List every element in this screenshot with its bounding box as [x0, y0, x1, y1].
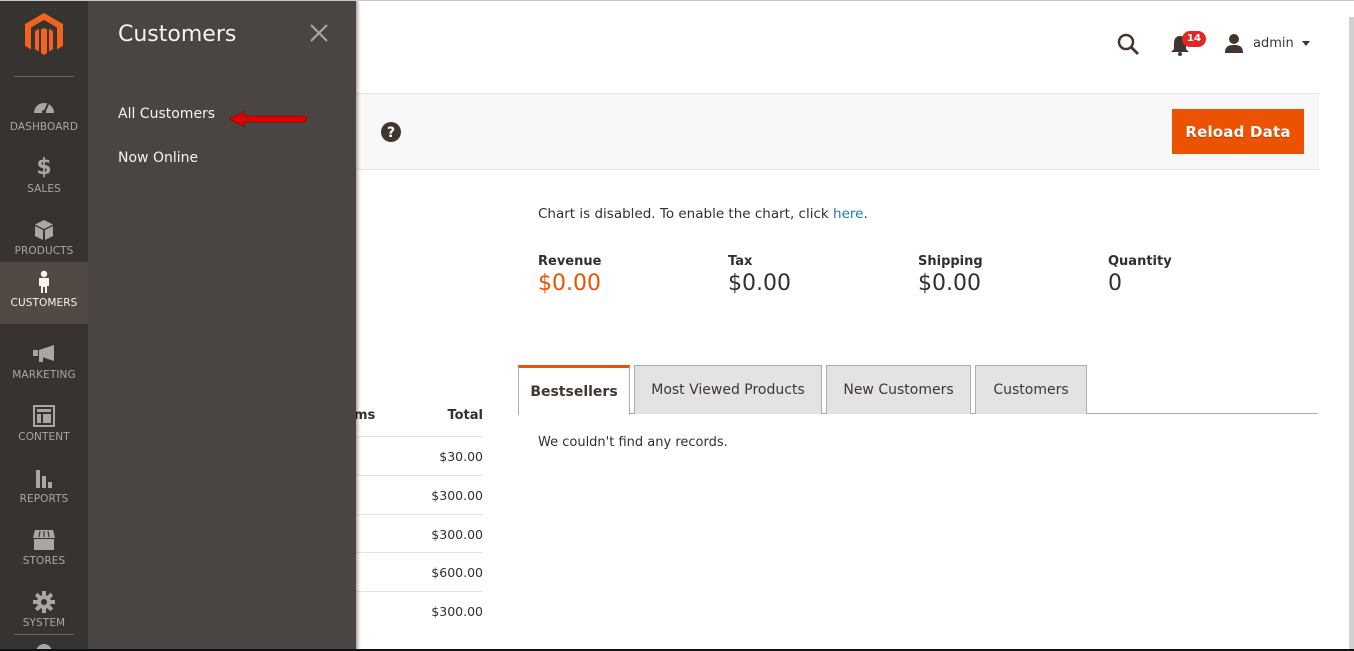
submenu-title: Customers — [118, 22, 237, 47]
chart-message-end: . — [863, 206, 868, 222]
admin-sidebar: DASHBOARD $ SALES PRODUCTS CUSTOMERS MAR… — [0, 0, 88, 651]
last-orders-table: ms Total $30.00 $300.00 $300.00 $600.00 … — [354, 400, 483, 631]
nav-label: MARKETING — [12, 369, 76, 381]
nav-item-customers[interactable]: CUSTOMERS — [0, 262, 88, 324]
page-scrollbar[interactable] — [1349, 17, 1354, 651]
customers-submenu: Customers All Customers Now Online — [88, 0, 356, 651]
layout-icon — [31, 404, 57, 428]
table-row[interactable]: $300.00 — [356, 592, 483, 631]
user-icon — [1225, 34, 1243, 53]
notifications-badge[interactable]: 14 — [1182, 31, 1206, 47]
total-label: Tax — [728, 254, 753, 269]
row-total: $300.00 — [431, 487, 483, 503]
nav-label: CONTENT — [18, 431, 70, 443]
nav-label: PRODUCTS — [14, 245, 74, 257]
nav-item-reports[interactable]: REPORTS — [0, 458, 88, 520]
dollar-icon: $ — [36, 155, 52, 180]
row-total: $30.00 — [439, 449, 483, 464]
submenu-link-all-customers[interactable]: All Customers — [118, 106, 215, 122]
reload-data-button[interactable]: Reload Data — [1172, 109, 1304, 154]
page-actions-bar: ? Reload Data — [356, 93, 1319, 170]
tab-bestsellers[interactable]: Bestsellers — [518, 365, 630, 415]
nav-item-dashboard[interactable]: DASHBOARD — [0, 86, 88, 148]
nav-label: DASHBOARD — [9, 121, 79, 133]
window-top-border — [0, 0, 1354, 1]
search-icon[interactable] — [1116, 32, 1140, 56]
nav-divider — [14, 634, 74, 635]
column-header-items: ms — [354, 408, 376, 423]
nav-label: CUSTOMERS — [10, 297, 78, 309]
nav-label: REPORTS — [19, 493, 69, 505]
svg-text:?: ? — [387, 125, 395, 141]
dashboard-gauge-icon — [31, 94, 57, 118]
gear-icon — [31, 590, 57, 614]
total-label: Revenue — [538, 254, 602, 269]
tab-new-customers[interactable]: New Customers — [826, 365, 971, 414]
tab-customers[interactable]: Customers — [975, 365, 1087, 414]
user-menu[interactable]: admin — [1224, 33, 1310, 53]
total-tax: Tax $0.00 — [728, 254, 908, 296]
row-total: $300.00 — [431, 604, 483, 620]
magento-logo[interactable] — [25, 13, 63, 55]
row-total: $300.00 — [431, 526, 483, 542]
nav-item-content[interactable]: CONTENT — [0, 396, 88, 458]
total-value: $0.00 — [918, 271, 981, 296]
user-name: admin — [1253, 35, 1294, 51]
dashboard-tabs: Bestsellers Most Viewed Products New Cus… — [518, 365, 1318, 415]
empty-records-message: We couldn't find any records. — [538, 435, 728, 450]
table-header: ms Total — [354, 400, 483, 437]
enable-chart-link[interactable]: here — [833, 206, 863, 222]
nav-label: STORES — [22, 555, 66, 567]
tab-most-viewed-products[interactable]: Most Viewed Products — [634, 365, 822, 414]
annotation-arrow-icon — [228, 110, 308, 128]
column-header-total: Total — [447, 408, 483, 423]
table-row[interactable]: $30.00 — [356, 437, 483, 476]
row-total: $600.00 — [431, 565, 483, 581]
table-row[interactable]: $300.00 — [356, 515, 483, 554]
submenu-link-now-online[interactable]: Now Online — [118, 150, 198, 166]
close-icon[interactable] — [308, 22, 330, 44]
storefront-icon — [31, 528, 57, 552]
table-row[interactable]: $600.00 — [356, 553, 483, 593]
total-value: $0.00 — [728, 271, 791, 296]
nav-label: SALES — [27, 183, 61, 195]
chart-disabled-message: Chart is disabled. To enable the chart, … — [538, 206, 868, 222]
nav-label: SYSTEM — [22, 617, 66, 629]
chevron-down-icon — [1301, 40, 1310, 46]
total-value: $0.00 — [538, 271, 601, 296]
total-label: Shipping — [918, 254, 983, 269]
help-icon[interactable]: ? — [380, 121, 402, 143]
chart-message-text: Chart is disabled. To enable the chart, … — [538, 206, 834, 222]
megaphone-icon — [31, 342, 57, 366]
nav-item-marketing[interactable]: MARKETING — [0, 334, 88, 396]
total-revenue: Revenue $0.00 — [538, 254, 718, 296]
total-label: Quantity — [1108, 254, 1172, 269]
total-shipping: Shipping $0.00 — [918, 254, 1098, 296]
bar-chart-icon — [31, 466, 57, 490]
nav-divider — [14, 76, 74, 77]
total-quantity: Quantity 0 — [1108, 254, 1288, 296]
table-row[interactable]: $300.00 — [356, 476, 483, 515]
total-value: 0 — [1108, 271, 1122, 296]
box-icon — [31, 218, 57, 242]
nav-item-sales[interactable]: $ SALES — [0, 148, 88, 210]
nav-item-stores[interactable]: STORES — [0, 520, 88, 582]
person-icon — [31, 270, 57, 294]
